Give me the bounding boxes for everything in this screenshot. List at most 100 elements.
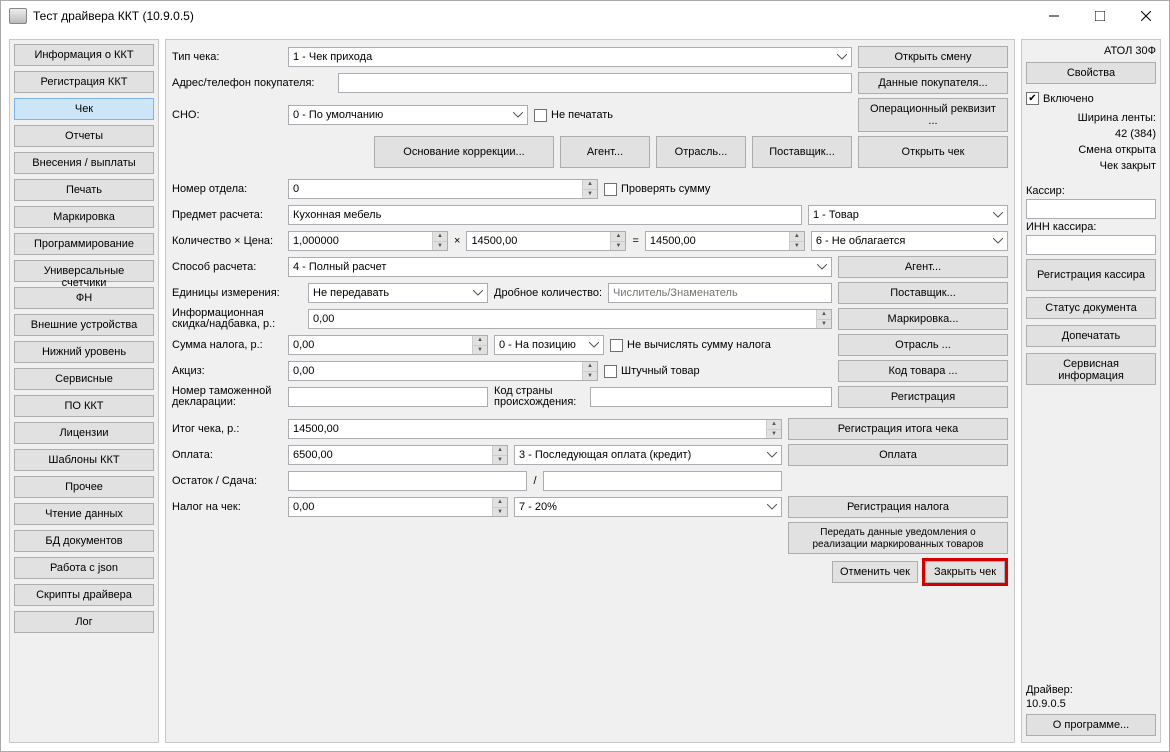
select-nalog-rate[interactable]: 7 - 20%: [514, 497, 782, 517]
input-inn[interactable]: [1026, 235, 1156, 255]
select-sno[interactable]: 0 - По умолчанию: [288, 105, 528, 125]
spin-up[interactable]: ▲: [582, 180, 597, 190]
sidebar-item-16[interactable]: Прочее: [14, 476, 154, 498]
spin-down[interactable]: ▼: [582, 190, 597, 199]
status-doc-button[interactable]: Статус документа: [1026, 297, 1156, 319]
postavshchik-button[interactable]: Поставщик...: [838, 282, 1008, 304]
input-sdacha[interactable]: [543, 471, 782, 491]
sidebar-item-6[interactable]: Маркировка: [14, 206, 154, 228]
sidebar-item-3[interactable]: Отчеты: [14, 125, 154, 147]
sidebar-item-12[interactable]: Сервисные: [14, 368, 154, 390]
sidebar-item-5[interactable]: Печать: [14, 179, 154, 201]
sidebar-item-18[interactable]: БД документов: [14, 530, 154, 552]
sidebar-item-20[interactable]: Скрипты драйвера: [14, 584, 154, 606]
osnovanie-button[interactable]: Основание коррекции...: [374, 136, 554, 168]
buyer-data-button[interactable]: Данные покупателя...: [858, 72, 1008, 94]
sidebar-item-19[interactable]: Работа с json: [14, 557, 154, 579]
input-skidka[interactable]: [308, 309, 832, 329]
checkbox-ne-vych[interactable]: Не вычислять сумму налога: [610, 339, 771, 352]
open-check-button[interactable]: Открыть чек: [858, 136, 1008, 168]
input-itog[interactable]: [288, 419, 782, 439]
label-kod-strany: Код страны происхождения:: [494, 386, 584, 408]
input-ostatok[interactable]: [288, 471, 527, 491]
shirina-label: Ширина ленты:: [1026, 112, 1156, 124]
label-tamozh: Номер таможенной декларации:: [172, 386, 282, 408]
reg-kassira-button[interactable]: Регистрация кассира: [1026, 259, 1156, 291]
close-check-button[interactable]: Закрыть чек: [925, 561, 1005, 583]
checkbox-shtuch[interactable]: Штучный товар: [604, 365, 700, 378]
about-button[interactable]: О программе...: [1026, 714, 1156, 736]
maximize-button[interactable]: [1077, 1, 1123, 31]
cancel-check-button[interactable]: Отменить чек: [832, 561, 918, 583]
oplata-button[interactable]: Оплата: [788, 444, 1008, 466]
sidebar-item-17[interactable]: Чтение данных: [14, 503, 154, 525]
select-edinicy[interactable]: Не передавать: [308, 283, 488, 303]
label-predmet: Предмет расчета:: [172, 209, 282, 221]
input-adres[interactable]: [338, 73, 852, 93]
reg-itoga-button[interactable]: Регистрация итога чека: [788, 418, 1008, 440]
input-nalog-sum[interactable]: [288, 335, 488, 355]
input-predmet[interactable]: [288, 205, 802, 225]
input-tamozh[interactable]: [288, 387, 488, 407]
driver-version: 10.9.0.5: [1026, 698, 1156, 710]
sidebar-item-8[interactable]: Универсальные счетчики: [14, 260, 154, 282]
reg-naloga-button[interactable]: Регистрация налога: [788, 496, 1008, 518]
sidebar-item-2[interactable]: Чек: [14, 98, 154, 120]
input-drob[interactable]: [608, 283, 832, 303]
input-oplata[interactable]: [288, 445, 508, 465]
peredat-button[interactable]: Передать данные уведомления о реализации…: [788, 522, 1008, 554]
select-nalog-pos[interactable]: 0 - На позицию: [494, 335, 604, 355]
servis-info-button[interactable]: Сервисная информация: [1026, 353, 1156, 385]
svoystva-button[interactable]: Свойства: [1026, 62, 1156, 84]
select-tip-cheka[interactable]: 1 - Чек прихода: [288, 47, 852, 67]
sidebar-item-11[interactable]: Нижний уровень: [14, 341, 154, 363]
select-predmet-type[interactable]: 1 - Товар: [808, 205, 1008, 225]
otrasl-button[interactable]: Отрасль ...: [838, 334, 1008, 356]
input-akciz[interactable]: [288, 361, 598, 381]
agent-top-button[interactable]: Агент...: [560, 136, 650, 168]
sidebar-item-14[interactable]: Лицензии: [14, 422, 154, 444]
label-sposob: Способ расчета:: [172, 261, 282, 273]
oper-rekvizit-button[interactable]: Операционный реквизит ...: [858, 98, 1008, 132]
input-nalog-chek[interactable]: [288, 497, 508, 517]
postavshchik-top-button[interactable]: Поставщик...: [752, 136, 852, 168]
select-sposob[interactable]: 4 - Полный расчет: [288, 257, 832, 277]
dopechatat-button[interactable]: Допечатать: [1026, 325, 1156, 347]
inn-label: ИНН кассира:: [1026, 221, 1156, 233]
minimize-button[interactable]: [1031, 1, 1077, 31]
label-skidka: Информационная скидка/надбавка, р.:: [172, 308, 302, 330]
sidebar-item-0[interactable]: Информация о ККТ: [14, 44, 154, 66]
close-button[interactable]: [1123, 1, 1169, 31]
right-panel: АТОЛ 30Ф Свойства ✔Включено Ширина ленты…: [1021, 39, 1161, 743]
sidebar-item-15[interactable]: Шаблоны ККТ: [14, 449, 154, 471]
select-nds[interactable]: 6 - Не облагается: [811, 231, 1008, 251]
sidebar-item-4[interactable]: Внесения / выплаты: [14, 152, 154, 174]
registraciya-button[interactable]: Регистрация: [838, 386, 1008, 408]
label-kol-cena: Количество × Цена:: [172, 235, 282, 247]
markirovka-button[interactable]: Маркировка...: [838, 308, 1008, 330]
sidebar-item-21[interactable]: Лог: [14, 611, 154, 633]
sidebar: Информация о ККТ Регистрация ККТ Чек Отчеты…: [9, 39, 159, 743]
label-nalog-sum: Сумма налога, р.:: [172, 339, 282, 351]
agent-button[interactable]: Агент...: [838, 256, 1008, 278]
x-sign: ×: [454, 235, 460, 247]
open-shift-button[interactable]: Открыть смену: [858, 46, 1008, 68]
input-cena[interactable]: [466, 231, 626, 251]
sidebar-item-1[interactable]: Регистрация ККТ: [14, 71, 154, 93]
label-adres: Адрес/телефон покупателя:: [172, 77, 332, 89]
otrasl-top-button[interactable]: Отрасль...: [656, 136, 746, 168]
input-kod-strany[interactable]: [590, 387, 832, 407]
checkbox-vklyucheno[interactable]: ✔Включено: [1026, 92, 1156, 105]
checkbox-proveryat[interactable]: Проверять сумму: [604, 183, 710, 196]
checkbox-ne-pechatat[interactable]: Не печатать: [534, 109, 613, 122]
sidebar-item-13[interactable]: ПО ККТ: [14, 395, 154, 417]
input-kassir[interactable]: [1026, 199, 1156, 219]
input-summa[interactable]: [645, 231, 805, 251]
input-nomer-otdela[interactable]: [288, 179, 598, 199]
sidebar-item-7[interactable]: Программирование: [14, 233, 154, 255]
kod-tovara-button[interactable]: Код товара ...: [838, 360, 1008, 382]
select-oplata-type[interactable]: 3 - Последующая оплата (кредит): [514, 445, 782, 465]
input-kol[interactable]: [288, 231, 448, 251]
sidebar-item-9[interactable]: ФН: [14, 287, 154, 309]
sidebar-item-10[interactable]: Внешние устройства: [14, 314, 154, 336]
